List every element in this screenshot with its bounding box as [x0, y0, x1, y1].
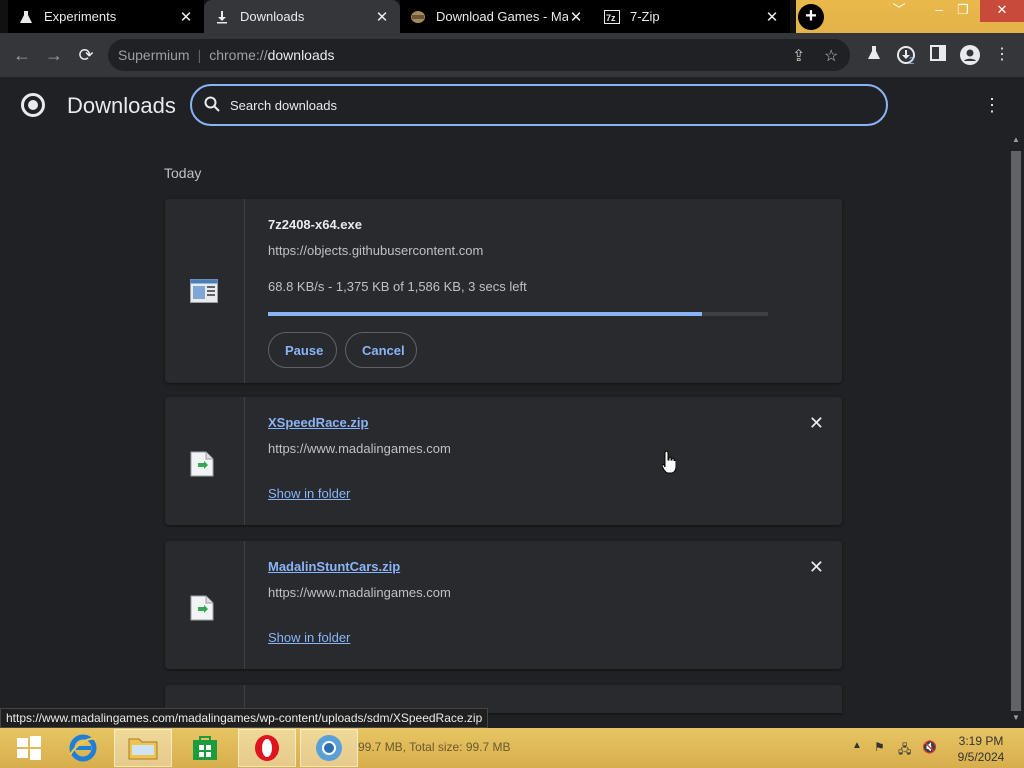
- download-count-badge: 2: [909, 56, 915, 67]
- internet-explorer-icon[interactable]: [54, 729, 112, 767]
- divider: [244, 397, 245, 525]
- progress-fill: [268, 312, 702, 316]
- action-center-flag-icon[interactable]: ⚑: [874, 740, 885, 754]
- store-icon[interactable]: [176, 729, 234, 767]
- download-item-madalinstuntcars: MadalinStuntCars.zip https://www.madalin…: [165, 541, 842, 669]
- download-filename-link[interactable]: MadalinStuntCars.zip: [268, 559, 400, 574]
- search-icon: [204, 96, 222, 114]
- link-status-bubble: https://www.madalingames.com/madalingame…: [0, 708, 489, 728]
- separator: |: [197, 47, 202, 63]
- bookmark-star-icon[interactable]: ☆: [824, 46, 838, 66]
- restore-button[interactable]: ❐: [946, 0, 980, 22]
- clock-date: 9/5/2024: [957, 750, 1005, 764]
- site-label: Supermium: [118, 47, 190, 63]
- tab-download-games[interactable]: Download Games - Mad ✕: [400, 0, 594, 33]
- 7zip-icon: 7z: [604, 9, 620, 25]
- start-button[interactable]: [0, 729, 58, 767]
- scroll-down-arrow-icon[interactable]: ▼: [1008, 713, 1024, 722]
- download-status: 68.8 KB/s - 1,375 KB of 1,586 KB, 3 secs…: [268, 279, 527, 294]
- downloads-toolbar-icon[interactable]: 2: [896, 45, 916, 67]
- download-url: https://www.madalingames.com: [268, 585, 451, 600]
- divider: [244, 199, 245, 383]
- search-input[interactable]: [230, 97, 830, 113]
- download-url: https://www.madalingames.com: [268, 441, 451, 456]
- chevron-down-icon[interactable]: ﹀: [882, 0, 916, 22]
- tab-label: Download Games - Mad: [436, 9, 568, 24]
- scrollbar-thumb[interactable]: [1011, 151, 1021, 711]
- divider: [244, 541, 245, 669]
- address-bar[interactable]: Supermium | chrome:// downloads ⇪ ☆: [108, 39, 850, 71]
- file-icon: [190, 451, 214, 482]
- download-url: https://objects.githubusercontent.com: [268, 243, 484, 258]
- close-icon[interactable]: ✕: [178, 8, 194, 26]
- new-tab-button[interactable]: +: [798, 4, 824, 30]
- page-title: Downloads: [67, 93, 176, 118]
- download-icon: [214, 9, 230, 25]
- close-icon[interactable]: ✕: [374, 8, 390, 26]
- download-filename-link[interactable]: XSpeedRace.zip: [268, 415, 368, 430]
- url-prefix: chrome://: [209, 47, 268, 63]
- menu-kebab-icon[interactable]: ⋮: [992, 45, 1012, 65]
- close-icon[interactable]: ✕: [764, 8, 780, 26]
- side-panel-icon[interactable]: [928, 45, 948, 65]
- profile-avatar-icon[interactable]: [960, 45, 980, 65]
- pause-button[interactable]: Pause: [268, 332, 337, 368]
- opera-icon[interactable]: [238, 729, 296, 767]
- back-button[interactable]: ←: [10, 44, 34, 66]
- windows-logo-icon: [17, 736, 41, 760]
- close-icon[interactable]: ✕: [568, 8, 584, 26]
- forward-button[interactable]: →: [42, 44, 66, 66]
- tab-7zip[interactable]: 7z 7-Zip ✕: [594, 0, 790, 33]
- taskbar-hidden-text: 99.7 MB, Total size: 99.7 MB: [358, 740, 511, 754]
- tab-label: 7-Zip: [630, 9, 660, 24]
- download-progress-bar: [268, 312, 768, 316]
- show-in-folder-link[interactable]: Show in folder: [268, 486, 350, 501]
- window-close-button[interactable]: ✕: [980, 0, 1024, 22]
- clock-time: 3:19 PM: [958, 734, 1004, 748]
- tab-label: Experiments: [44, 9, 117, 24]
- clock[interactable]: 3:19 PM 9/5/2024: [950, 733, 1012, 765]
- share-icon[interactable]: ⇪: [792, 46, 805, 66]
- page-scrollbar[interactable]: ▲ ▼: [1008, 133, 1024, 722]
- tab-downloads[interactable]: Downloads ✕: [204, 0, 400, 33]
- chrome-logo-icon: [21, 93, 45, 117]
- cancel-button[interactable]: Cancel: [345, 332, 417, 368]
- download-item-7zip: 7z2408-x64.exe https://objects.githubuse…: [165, 199, 842, 383]
- url-host: downloads: [267, 47, 335, 63]
- flask-icon: [18, 9, 34, 25]
- file-explorer-icon[interactable]: [114, 729, 172, 767]
- reload-button[interactable]: ⟳: [74, 44, 98, 66]
- volume-icon[interactable]: 🔇: [922, 740, 937, 754]
- scroll-up-arrow-icon[interactable]: ▲: [1008, 135, 1024, 144]
- search-downloads[interactable]: [190, 84, 888, 126]
- network-icon[interactable]: 🖧: [898, 740, 911, 761]
- exe-file-icon: [190, 279, 218, 308]
- tab-label: Downloads: [240, 9, 305, 24]
- svg-text:7z: 7z: [606, 13, 616, 23]
- labs-flask-icon[interactable]: [864, 45, 884, 65]
- day-label: Today: [164, 165, 202, 181]
- download-filename: 7z2408-x64.exe: [268, 217, 362, 232]
- game-icon: [410, 9, 426, 25]
- remove-item-close-icon[interactable]: ✕: [809, 557, 824, 578]
- remove-item-close-icon[interactable]: ✕: [809, 413, 824, 434]
- file-icon: [190, 595, 214, 626]
- supermium-browser-icon[interactable]: [300, 729, 358, 767]
- download-item-xspeedrace: XSpeedRace.zip https://www.madalingames.…: [165, 397, 842, 525]
- tray-chevron-up-icon[interactable]: ▲: [852, 740, 862, 751]
- show-in-folder-link[interactable]: Show in folder: [268, 630, 350, 645]
- hand-cursor-icon: [661, 450, 677, 479]
- tab-experiments[interactable]: Experiments ✕: [8, 0, 204, 33]
- more-actions-icon[interactable]: ⋮: [982, 95, 1002, 117]
